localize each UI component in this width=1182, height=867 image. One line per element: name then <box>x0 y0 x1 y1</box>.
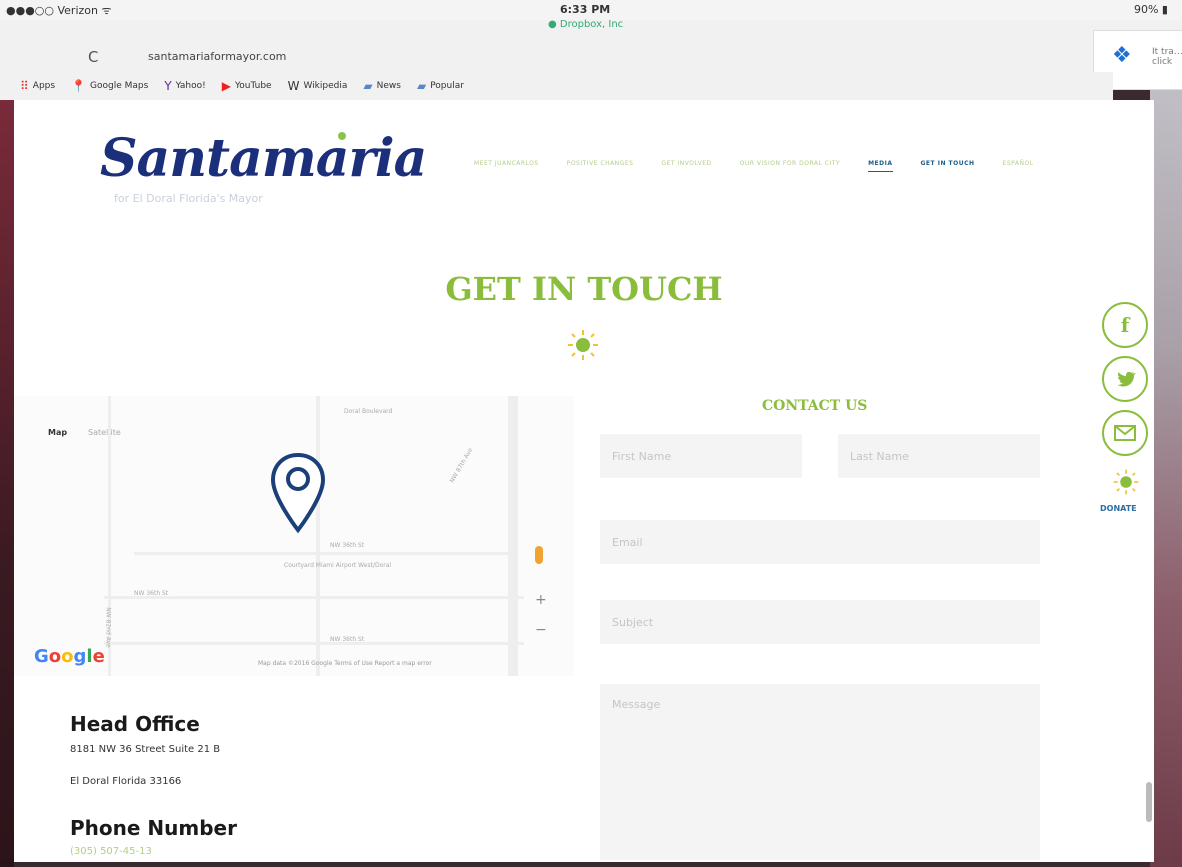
bookmark-label: News <box>376 81 401 91</box>
bookmark-youtube[interactable]: ▶ YouTube <box>222 79 272 93</box>
zoom-in-button[interactable]: + <box>535 592 547 608</box>
map-label: Doral Boulevard <box>344 408 393 415</box>
dropbox-notification: ● Dropbox, Inc <box>548 19 624 30</box>
twitter-button[interactable] <box>1102 356 1148 402</box>
first-name-field[interactable] <box>600 434 802 478</box>
extension-text: It tra… click <box>1152 47 1182 67</box>
facebook-button[interactable]: f <box>1102 302 1148 348</box>
nav-item-media[interactable]: MEDIA <box>868 160 893 172</box>
donate-link[interactable]: DONATE <box>1100 504 1137 513</box>
bookmark-news[interactable]: ▰ News <box>363 79 401 93</box>
bookmark-yahoo[interactable]: Y Yahoo! <box>164 79 205 93</box>
map-label: Courtyard Miami Airport West/Doral <box>284 562 392 569</box>
web-page: Santamaria for El Doral Florida's Mayor … <box>14 100 1154 862</box>
battery-percent: 90% <box>1133 3 1159 16</box>
map-label: NW 36th St <box>134 590 169 597</box>
google-logo: Google <box>34 646 105 667</box>
map-footer[interactable]: Map data ©2016 Google Terms of Use Repor… <box>258 660 432 667</box>
map-road <box>104 642 524 645</box>
phone-number[interactable]: (305) 507-45-13 <box>70 846 152 857</box>
scrollbar-thumb[interactable] <box>1146 782 1152 822</box>
status-bar: ●●●○○ Verizon ᯤ 6:33 PM 90% ▮ <box>0 0 1182 20</box>
wikipedia-icon: W <box>287 79 300 93</box>
dropbox-icon: ❖ <box>1112 43 1132 68</box>
nav-item-get-in-touch[interactable]: GET IN TOUCH <box>921 160 975 172</box>
office-address-line1: 8181 NW 36 Street Suite 21 B <box>70 744 221 755</box>
office-address-line2: El Doral Florida 33166 <box>70 776 182 787</box>
donate-sun-icon[interactable] <box>1112 468 1140 496</box>
youtube-icon: ▶ <box>221 79 231 93</box>
email-field[interactable] <box>600 520 1040 564</box>
battery-indicator: 90% ▮ <box>1133 3 1168 16</box>
map-tab-satellite[interactable]: Satellite <box>88 428 121 437</box>
bookmark-label: Wikipedia <box>303 81 348 91</box>
page-title: GET IN TOUCH <box>445 270 723 308</box>
contact-title: CONTACT US <box>762 398 868 414</box>
site-logo[interactable]: Santamaria <box>100 128 427 189</box>
map-road <box>316 396 320 676</box>
nav-item-espanol[interactable]: ESPAÑOL <box>1003 160 1034 172</box>
map-pin-icon[interactable] <box>270 452 326 534</box>
bookmark-label: Google Maps <box>90 81 149 91</box>
bookmarks-bar: ⠿ Apps 📍 Google Maps Y Yahoo! ▶ YouTube W Wik… <box>0 72 1113 100</box>
zoom-out-button[interactable]: − <box>535 622 547 638</box>
bookmark-apps[interactable]: ⠿ Apps <box>20 79 55 93</box>
logo-dot-icon <box>338 132 346 140</box>
carrier-label: ●●●○○ Verizon ᯤ <box>6 4 112 17</box>
bookmark-label: Popular <box>430 81 464 91</box>
map-road <box>508 396 518 676</box>
facebook-icon: f <box>1120 313 1130 337</box>
bookmark-label: Yahoo! <box>175 81 206 91</box>
bookmark-label: YouTube <box>235 81 272 91</box>
sun-icon <box>568 330 598 360</box>
yahoo-icon: Y <box>164 79 172 93</box>
google-maps-icon: 📍 <box>71 79 87 93</box>
head-office-heading: Head Office <box>70 712 200 736</box>
bookmark-popular[interactable]: ▰ Popular <box>417 79 464 93</box>
folder-icon: ▰ <box>416 79 427 93</box>
url-field[interactable]: santamariaformayor.com <box>148 50 286 63</box>
street-view-pegman-icon[interactable] <box>535 546 543 564</box>
background-edge-right <box>1150 0 1182 867</box>
bookmark-google-maps[interactable]: 📍 Google Maps <box>71 79 148 93</box>
message-field[interactable] <box>600 684 1040 860</box>
map-tab-map[interactable]: Map <box>48 428 67 437</box>
map-label: NW 36th St <box>330 542 365 549</box>
nav-item-vision[interactable]: OUR VISION FOR DORAL CITY <box>740 160 840 172</box>
location-map[interactable]: Map Satellite Doral Boulevard NW 36th St… <box>14 396 574 676</box>
phone-heading: Phone Number <box>70 816 237 840</box>
subject-field[interactable] <box>600 600 1040 644</box>
main-nav: MEET JUANCARLOS POSITIVE CHANGES GET INV… <box>474 160 1034 172</box>
map-label: NW 87th Ave <box>448 446 475 485</box>
twitter-icon <box>1117 371 1136 387</box>
envelope-icon <box>1114 425 1136 441</box>
map-road <box>134 552 514 555</box>
email-share-button[interactable] <box>1102 410 1148 456</box>
last-name-field[interactable] <box>838 434 1040 478</box>
site-tagline: for El Doral Florida's Mayor <box>114 192 263 205</box>
nav-item-meet[interactable]: MEET JUANCARLOS <box>474 160 539 172</box>
nav-item-positive-changes[interactable]: POSITIVE CHANGES <box>567 160 634 172</box>
map-label: NW 82nd Ave <box>104 607 112 648</box>
clock: 6:33 PM <box>560 3 611 16</box>
apps-grid-icon: ⠿ <box>20 79 29 93</box>
map-label: NW 36th St <box>330 636 365 643</box>
background-edge-left <box>0 100 14 867</box>
folder-icon: ▰ <box>363 79 373 93</box>
reload-icon[interactable]: C <box>88 48 98 66</box>
browser-toolbar: ● Dropbox, Inc C santamariaformayor.com <box>0 19 1182 72</box>
bookmark-label: Apps <box>32 81 56 91</box>
bookmark-wikipedia[interactable]: W Wikipedia <box>288 79 348 93</box>
nav-item-get-involved[interactable]: GET INVOLVED <box>661 160 711 172</box>
